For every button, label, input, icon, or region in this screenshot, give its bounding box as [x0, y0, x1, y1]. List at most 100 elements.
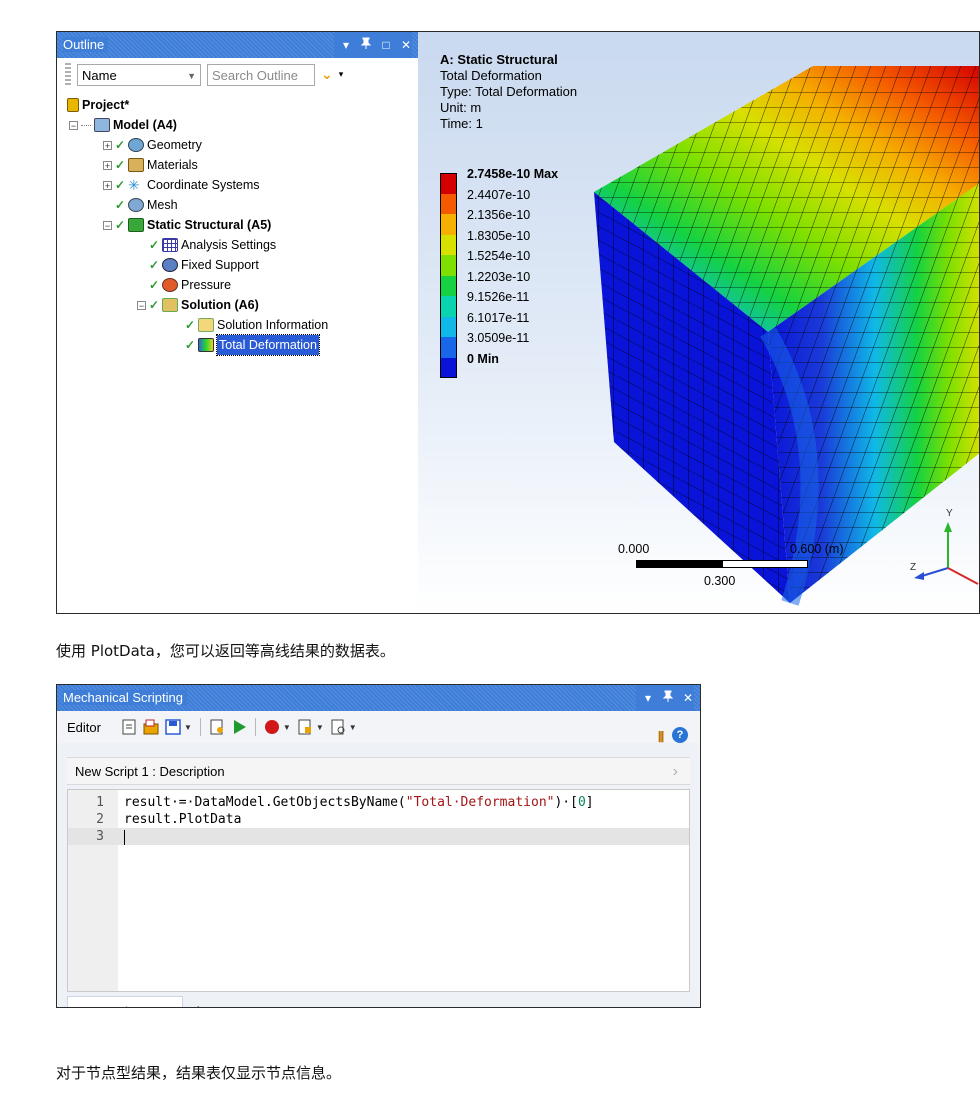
snippet-icon[interactable]	[209, 716, 225, 738]
solution-information-icon	[198, 318, 214, 332]
scale-end: 0.600 (m)	[790, 542, 844, 556]
tree-label: Static Structural (A5)	[147, 218, 272, 232]
current-line-highlight	[68, 828, 689, 845]
open-script-icon[interactable]	[143, 716, 159, 738]
record-icon[interactable]	[264, 716, 280, 738]
tree-item-fixed-support[interactable]: ✓ Fixed Support	[149, 255, 259, 275]
tree-item-solution[interactable]: − ✓ Solution (A6)	[137, 295, 259, 315]
tree-label: Model (A4)	[113, 118, 177, 132]
help-icon[interactable]: ?	[672, 727, 688, 743]
tree-item-static-structural[interactable]: − ✓ Static Structural (A5)	[103, 215, 271, 235]
insert-snippet-icon[interactable]	[297, 716, 313, 738]
run-script-icon[interactable]	[231, 716, 247, 738]
legend-swatch	[440, 275, 457, 296]
tree-item-materials[interactable]: + ✓ Materials	[103, 155, 198, 175]
code-editor[interactable]: 1 2 3 result·=·DataModel.GetObjectsByNam…	[67, 789, 690, 992]
legend-swatch	[440, 296, 457, 317]
tab-new-script-1[interactable]: New Script 1	[67, 996, 183, 1007]
code-line-1[interactable]: result·=·DataModel.GetObjectsByName("Tot…	[124, 794, 594, 811]
record-dropdown-icon[interactable]: ▼	[283, 723, 291, 732]
legend-label: 1.2203e-10	[467, 269, 531, 284]
tree-item-mesh[interactable]: ✓ Mesh	[115, 195, 178, 215]
checkmark-icon: ✓	[115, 198, 126, 212]
tree-label: Geometry	[147, 138, 202, 152]
legend-label: 1.5254e-10	[467, 249, 531, 263]
expand-icon[interactable]: +	[103, 140, 112, 150]
save-dropdown-icon[interactable]: ▼	[184, 723, 192, 732]
name-filter-dropdown[interactable]: Name ▼	[77, 64, 201, 86]
tree-item-model[interactable]: − Model (A4)	[69, 115, 177, 135]
legend-label: 6.1017e-11	[467, 310, 530, 325]
tree-item-analysis-settings[interactable]: ✓ Analysis Settings	[149, 235, 276, 255]
collapse-icon[interactable]: −	[69, 120, 78, 130]
search-outline-input[interactable]: Search Outline	[207, 64, 315, 86]
checkmark-icon: ✓	[115, 158, 126, 172]
tree-label: Mesh	[147, 198, 178, 212]
code-line-3[interactable]	[124, 829, 125, 846]
tree-item-solution-information[interactable]: ✓ Solution Information	[185, 315, 328, 335]
tree-item-geometry[interactable]: + ✓ Geometry	[103, 135, 202, 155]
tree-item-project[interactable]: Project*	[67, 95, 129, 115]
pin-icon[interactable]	[360, 32, 372, 58]
expand-icon[interactable]: +	[103, 160, 112, 170]
code-line-2[interactable]: result.PlotData	[124, 811, 241, 828]
line-number: 1	[96, 795, 104, 810]
collapse-icon[interactable]: −	[103, 220, 112, 230]
debug-icon[interactable]	[330, 716, 346, 738]
insert-dropdown-icon[interactable]: ▼	[316, 723, 324, 732]
legend-swatch	[440, 193, 457, 214]
name-filter-value: Name	[82, 68, 117, 83]
tree-label: Coordinate Systems	[147, 178, 260, 192]
scale-bar-black	[636, 560, 722, 568]
text-caret	[124, 830, 125, 845]
tree-item-coordinate-systems[interactable]: + ✓ ✳ Coordinate Systems	[103, 175, 260, 195]
add-tab-button[interactable]: +	[193, 996, 204, 1007]
filter-chevron-icon[interactable]: ⌄	[321, 67, 333, 83]
scripting-title-bar: Mechanical Scripting ▾ ✕	[57, 685, 700, 711]
pin-icon[interactable]	[662, 685, 674, 711]
tree-label: Project*	[82, 98, 130, 112]
maximize-icon[interactable]: □	[380, 32, 392, 58]
analysis-settings-icon	[162, 238, 178, 252]
tree-label: Fixed Support	[181, 258, 259, 272]
debug-dropdown-icon[interactable]: ▼	[349, 723, 357, 732]
total-deformation-icon	[198, 338, 214, 352]
chevron-right-icon[interactable]: ›	[673, 758, 678, 786]
checkmark-icon: ✓	[149, 238, 160, 252]
expand-icon[interactable]: +	[103, 180, 112, 190]
script-description-bar[interactable]: New Script 1 : Description ›	[67, 757, 690, 785]
tree-label: Analysis Settings	[181, 238, 277, 252]
collapse-icon[interactable]: −	[137, 300, 146, 310]
close-icon[interactable]: ✕	[682, 685, 694, 711]
checkmark-icon: ✓	[115, 218, 126, 232]
new-script-icon[interactable]	[121, 716, 137, 738]
legend-swatch	[440, 214, 457, 235]
mesh-icon	[128, 198, 144, 212]
save-script-icon[interactable]	[165, 716, 181, 738]
result-line: Type: Total Deformation	[440, 84, 578, 99]
outline-title-bar: Outline ▾ □ ✕	[57, 32, 418, 58]
triad-y-label: Y	[946, 508, 953, 519]
triad-z-label: Z	[910, 562, 917, 573]
editor-label: Editor	[67, 719, 101, 735]
graphics-viewport[interactable]: A: Static Structural Total Deformation T…	[418, 32, 980, 613]
legend-swatch	[440, 337, 457, 358]
close-icon[interactable]: ✕	[400, 32, 412, 58]
legend-label: 2.7458e-10 Max	[467, 167, 559, 181]
checkmark-icon: ✓	[185, 318, 196, 332]
panel-menu-icon[interactable]: ▾	[340, 32, 352, 58]
overflow-dropdown-icon[interactable]: ▾	[339, 70, 344, 80]
toolbar-separator	[254, 718, 256, 736]
legend-label: 3.0509e-11	[467, 331, 530, 345]
checkmark-icon: ✓	[149, 278, 160, 292]
geometry-icon	[128, 138, 144, 152]
axis-triad[interactable]	[908, 508, 980, 588]
toolbar-grip[interactable]	[65, 63, 71, 87]
tree-item-pressure[interactable]: ✓ Pressure	[149, 275, 231, 295]
panel-menu-icon[interactable]: ▾	[642, 685, 654, 711]
line-number: 2	[96, 812, 104, 827]
tree-item-total-deformation[interactable]: ✓ Total Deformation	[185, 334, 320, 356]
materials-icon	[128, 158, 144, 172]
settings-sliders-icon[interactable]: ⫴	[658, 729, 664, 746]
code-token: result·=·DataModel.GetObjectsByName(	[124, 795, 406, 810]
